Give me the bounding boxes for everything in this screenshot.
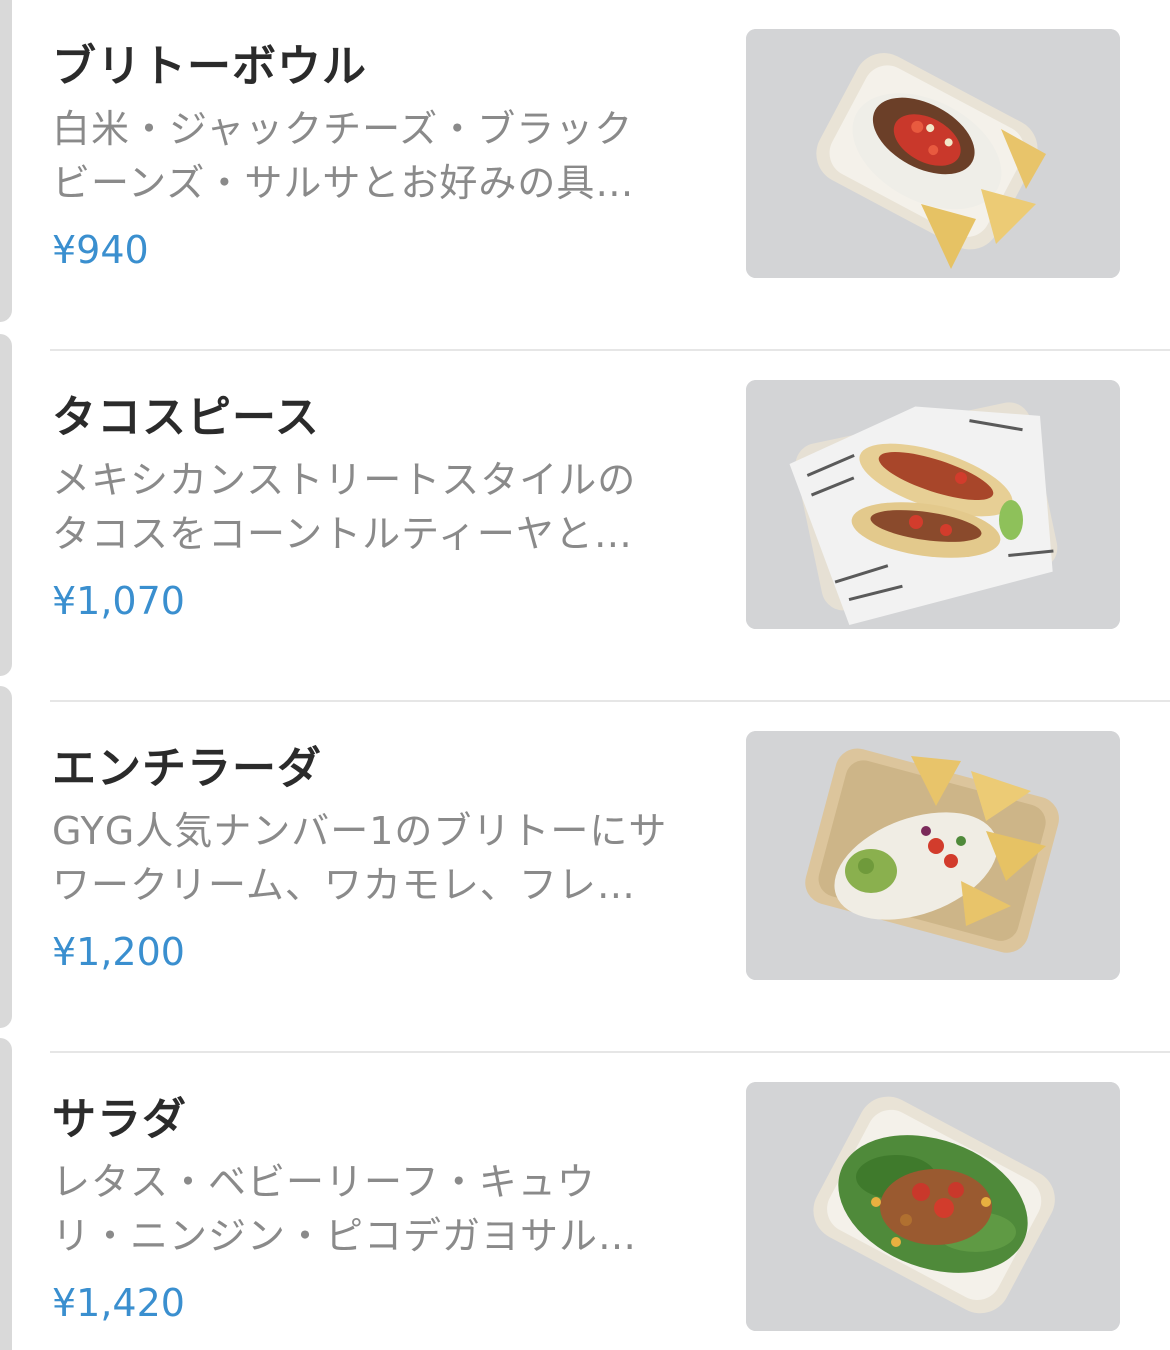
burrito-bowl-photo[interactable] <box>746 29 1120 278</box>
salad-photo[interactable] <box>746 1082 1120 1331</box>
salad-illustration <box>746 1082 1120 1331</box>
tacos-photo[interactable] <box>746 380 1120 629</box>
menu-item-tacos[interactable]: タコスピース メキシカンストリートスタイルのタコスをコーントルティーヤと… ¥1… <box>0 351 1170 702</box>
item-title: タコスピース <box>52 392 320 443</box>
tacos-illustration <box>746 380 1120 629</box>
item-title: エンチラーダ <box>52 743 322 794</box>
menu-item-salad[interactable]: サラダ レタス・ベビーリーフ・キュウリ・ニンジン・ピコデガヨサル… ¥1,420 <box>0 1053 1170 1350</box>
item-description: メキシカンストリートスタイルのタコスをコーントルティーヤと… <box>52 458 637 556</box>
menu-item-enchilada[interactable]: エンチラーダ GYG人気ナンバー1のブリトーにサワークリーム、ワカモレ、フレ… … <box>0 702 1170 1053</box>
item-description: GYG人気ナンバー1のブリトーにサワークリーム、ワカモレ、フレ… <box>52 809 668 907</box>
item-price: ¥940 <box>52 228 149 272</box>
item-description: レタス・ベビーリーフ・キュウリ・ニンジン・ピコデガヨサル… <box>52 1160 638 1258</box>
enchilada-photo[interactable] <box>746 731 1120 980</box>
menu-item-burrito-bowl[interactable]: ブリトーボウル 白米・ジャックチーズ・ブラックビーンズ・サルサとお好みの具… ¥… <box>0 0 1170 351</box>
item-title: ブリトーボウル <box>52 41 367 92</box>
item-description: 白米・ジャックチーズ・ブラックビーンズ・サルサとお好みの具… <box>52 107 635 205</box>
item-price: ¥1,420 <box>52 1281 185 1325</box>
burrito-bowl-illustration <box>746 29 1120 278</box>
item-title: サラダ <box>52 1094 187 1145</box>
enchilada-illustration <box>746 731 1120 980</box>
menu-item-list: ブリトーボウル 白米・ジャックチーズ・ブラックビーンズ・サルサとお好みの具… ¥… <box>0 0 1170 1350</box>
item-price: ¥1,200 <box>52 930 185 974</box>
item-price: ¥1,070 <box>52 579 185 623</box>
menu-screen: ブリトーボウル 白米・ジャックチーズ・ブラックビーンズ・サルサとお好みの具… ¥… <box>0 0 1170 1350</box>
